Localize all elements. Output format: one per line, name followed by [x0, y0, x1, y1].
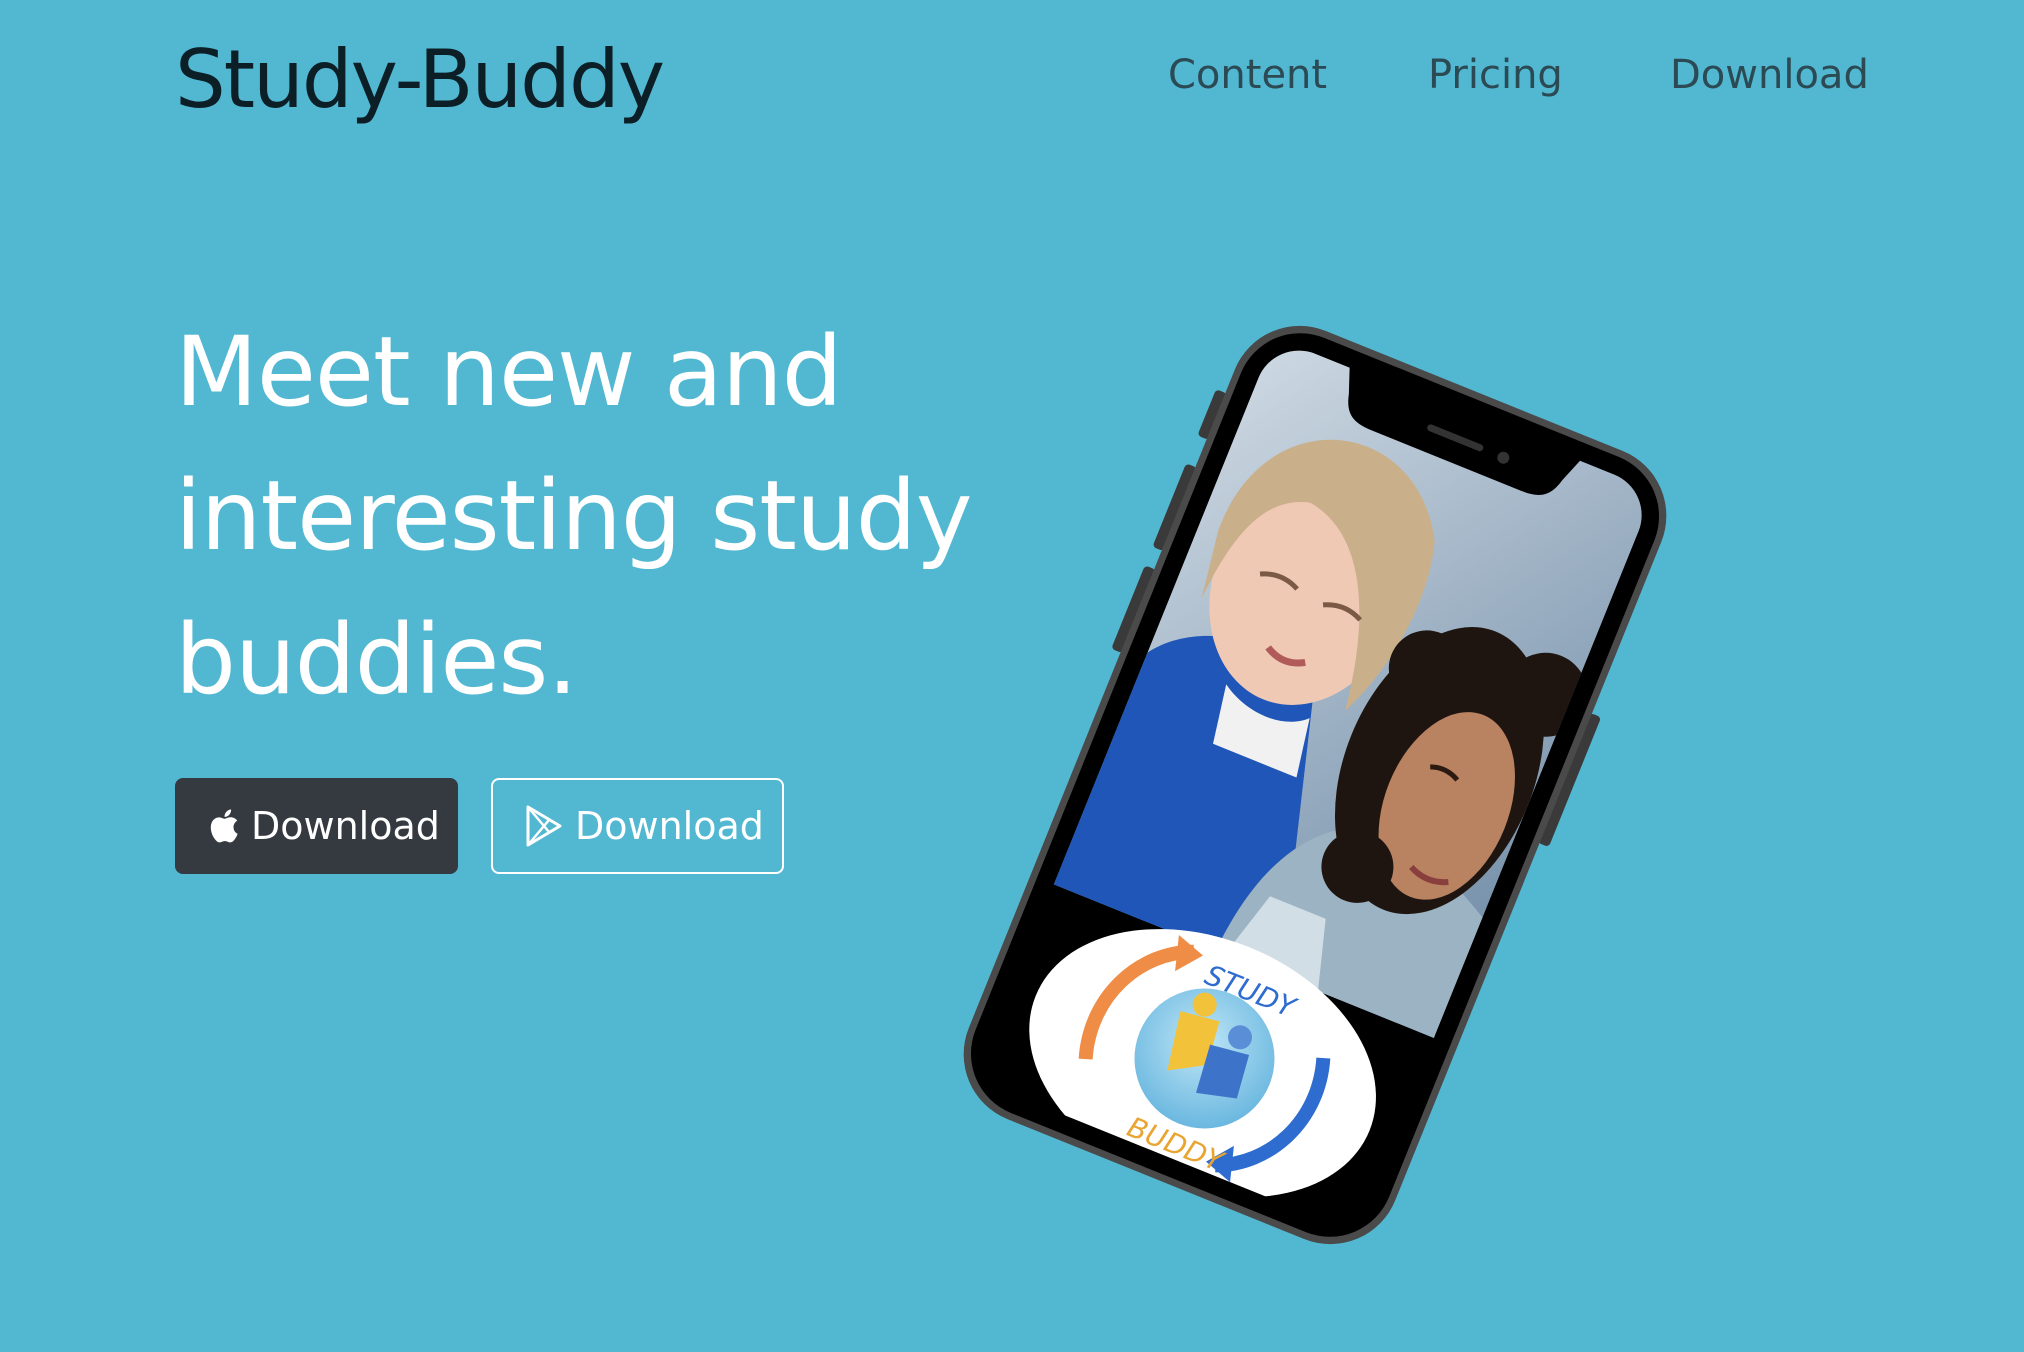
headline-line-3: buddies. — [175, 604, 578, 716]
logo-bottom-text: BUDDY — [1123, 1110, 1230, 1179]
headline-line-1: Meet new and — [175, 316, 843, 428]
nav-link-content[interactable]: Content — [1168, 48, 1327, 102]
headline-line-2: interesting study — [175, 460, 973, 572]
app-store-download-button[interactable]: Download — [175, 778, 458, 874]
hero-headline: Meet new and interesting study buddies. — [175, 300, 1075, 732]
phone-side-button-1 — [1198, 390, 1227, 439]
study-buddy-logo: STUDY BUDDY — [1029, 929, 1376, 1198]
phone-side-button-4 — [1538, 713, 1601, 846]
google-play-download-label: Download — [575, 804, 764, 848]
phone-notch — [1348, 365, 1582, 495]
navbar: Study-Buddy Content Pricing Download — [0, 0, 2024, 150]
google-play-icon — [525, 805, 563, 847]
nav-link-pricing[interactable]: Pricing — [1428, 48, 1563, 102]
phone-side-button-3 — [1112, 566, 1155, 653]
app-store-download-label: Download — [251, 804, 440, 848]
phone-speaker — [1427, 424, 1484, 452]
apple-icon — [209, 808, 239, 844]
nav-link-download[interactable]: Download — [1670, 48, 1869, 102]
phone-side-button-2 — [1153, 464, 1197, 551]
logo-top-text: STUDY — [1200, 958, 1301, 1025]
students-photo — [1053, 337, 1655, 1038]
phone-camera — [1497, 451, 1510, 464]
brand-logo-text[interactable]: Study-Buddy — [175, 30, 665, 130]
google-play-download-button[interactable]: Download — [491, 778, 784, 874]
